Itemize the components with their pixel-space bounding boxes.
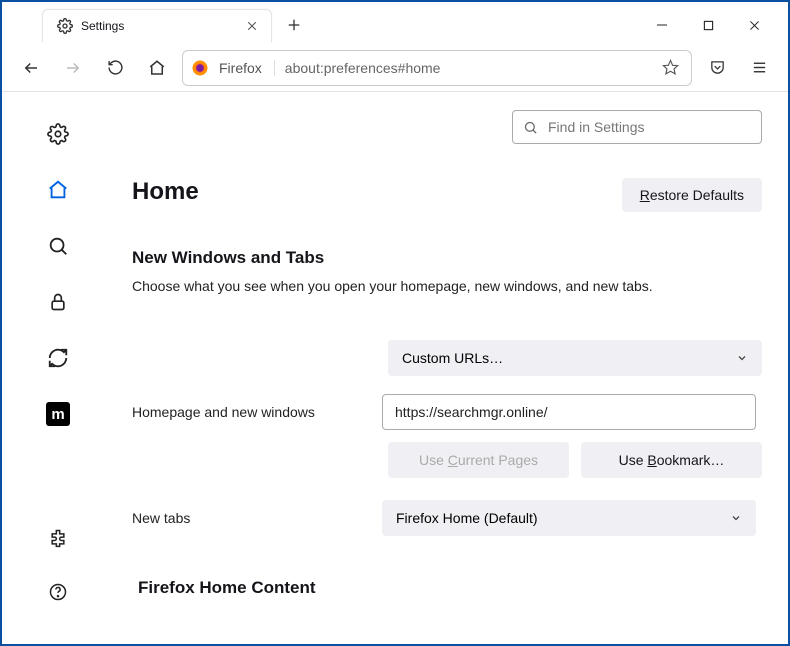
sidebar-item-general[interactable] [44, 120, 72, 148]
chevron-down-icon [730, 512, 742, 524]
newtabs-label: New tabs [132, 510, 372, 526]
sidebar-item-mozilla[interactable]: m [44, 400, 72, 428]
homepage-label: Homepage and new windows [132, 404, 372, 420]
search-icon [523, 120, 538, 135]
find-in-settings[interactable] [512, 110, 762, 144]
maximize-button[interactable] [686, 10, 730, 40]
section-new-windows-tabs: New Windows and Tabs [132, 248, 762, 268]
use-current-pages-button[interactable]: Use Current Pages [388, 442, 569, 478]
pocket-icon[interactable] [700, 51, 734, 85]
homepage-url-input[interactable] [382, 394, 756, 430]
forward-button[interactable] [56, 51, 90, 85]
back-button[interactable] [14, 51, 48, 85]
sidebar-item-extensions[interactable] [44, 524, 72, 552]
window-controls [640, 10, 780, 40]
homepage-mode-dropdown[interactable]: Custom URLs… [388, 340, 762, 376]
gear-icon [57, 18, 73, 34]
app-menu-button[interactable] [742, 51, 776, 85]
identity-label: Firefox [219, 60, 275, 76]
content: m Home Restore Defaults New Windows and … [2, 92, 788, 644]
settings-sidebar: m [2, 92, 114, 644]
toolbar: Firefox about:preferences#home [2, 44, 788, 92]
page-title: Home [132, 178, 199, 206]
close-window-button[interactable] [732, 10, 776, 40]
find-input[interactable] [548, 119, 751, 135]
dropdown-label: Custom URLs… [402, 350, 503, 366]
home-button[interactable] [140, 51, 174, 85]
minimize-button[interactable] [640, 10, 684, 40]
use-bookmark-button[interactable]: Use Bookmark… [581, 442, 762, 478]
sidebar-item-home[interactable] [44, 176, 72, 204]
sidebar-item-help[interactable] [44, 578, 72, 606]
sidebar-item-privacy[interactable] [44, 288, 72, 316]
newtabs-dropdown[interactable]: Firefox Home (Default) [382, 500, 756, 536]
new-tab-button[interactable] [280, 11, 308, 39]
bookmark-star-icon[interactable] [657, 55, 683, 81]
main-panel: Home Restore Defaults New Windows and Ta… [114, 92, 788, 644]
sidebar-item-search[interactable] [44, 232, 72, 260]
address-bar[interactable]: Firefox about:preferences#home [182, 50, 692, 86]
reload-button[interactable] [98, 51, 132, 85]
firefox-icon [191, 59, 209, 77]
section-desc: Choose what you see when you open your h… [132, 276, 762, 296]
chevron-down-icon [736, 352, 748, 364]
section-firefox-home-content: Firefox Home Content [138, 578, 762, 598]
restore-defaults-button[interactable]: Restore Defaults [622, 178, 762, 212]
url-text: about:preferences#home [285, 60, 647, 76]
close-icon[interactable] [243, 17, 261, 35]
dropdown-label: Firefox Home (Default) [396, 510, 538, 526]
tab-strip: Settings [2, 2, 788, 44]
tab-label: Settings [81, 19, 235, 33]
mozilla-icon: m [46, 402, 70, 426]
sidebar-item-sync[interactable] [44, 344, 72, 372]
tab-settings[interactable]: Settings [42, 9, 272, 42]
